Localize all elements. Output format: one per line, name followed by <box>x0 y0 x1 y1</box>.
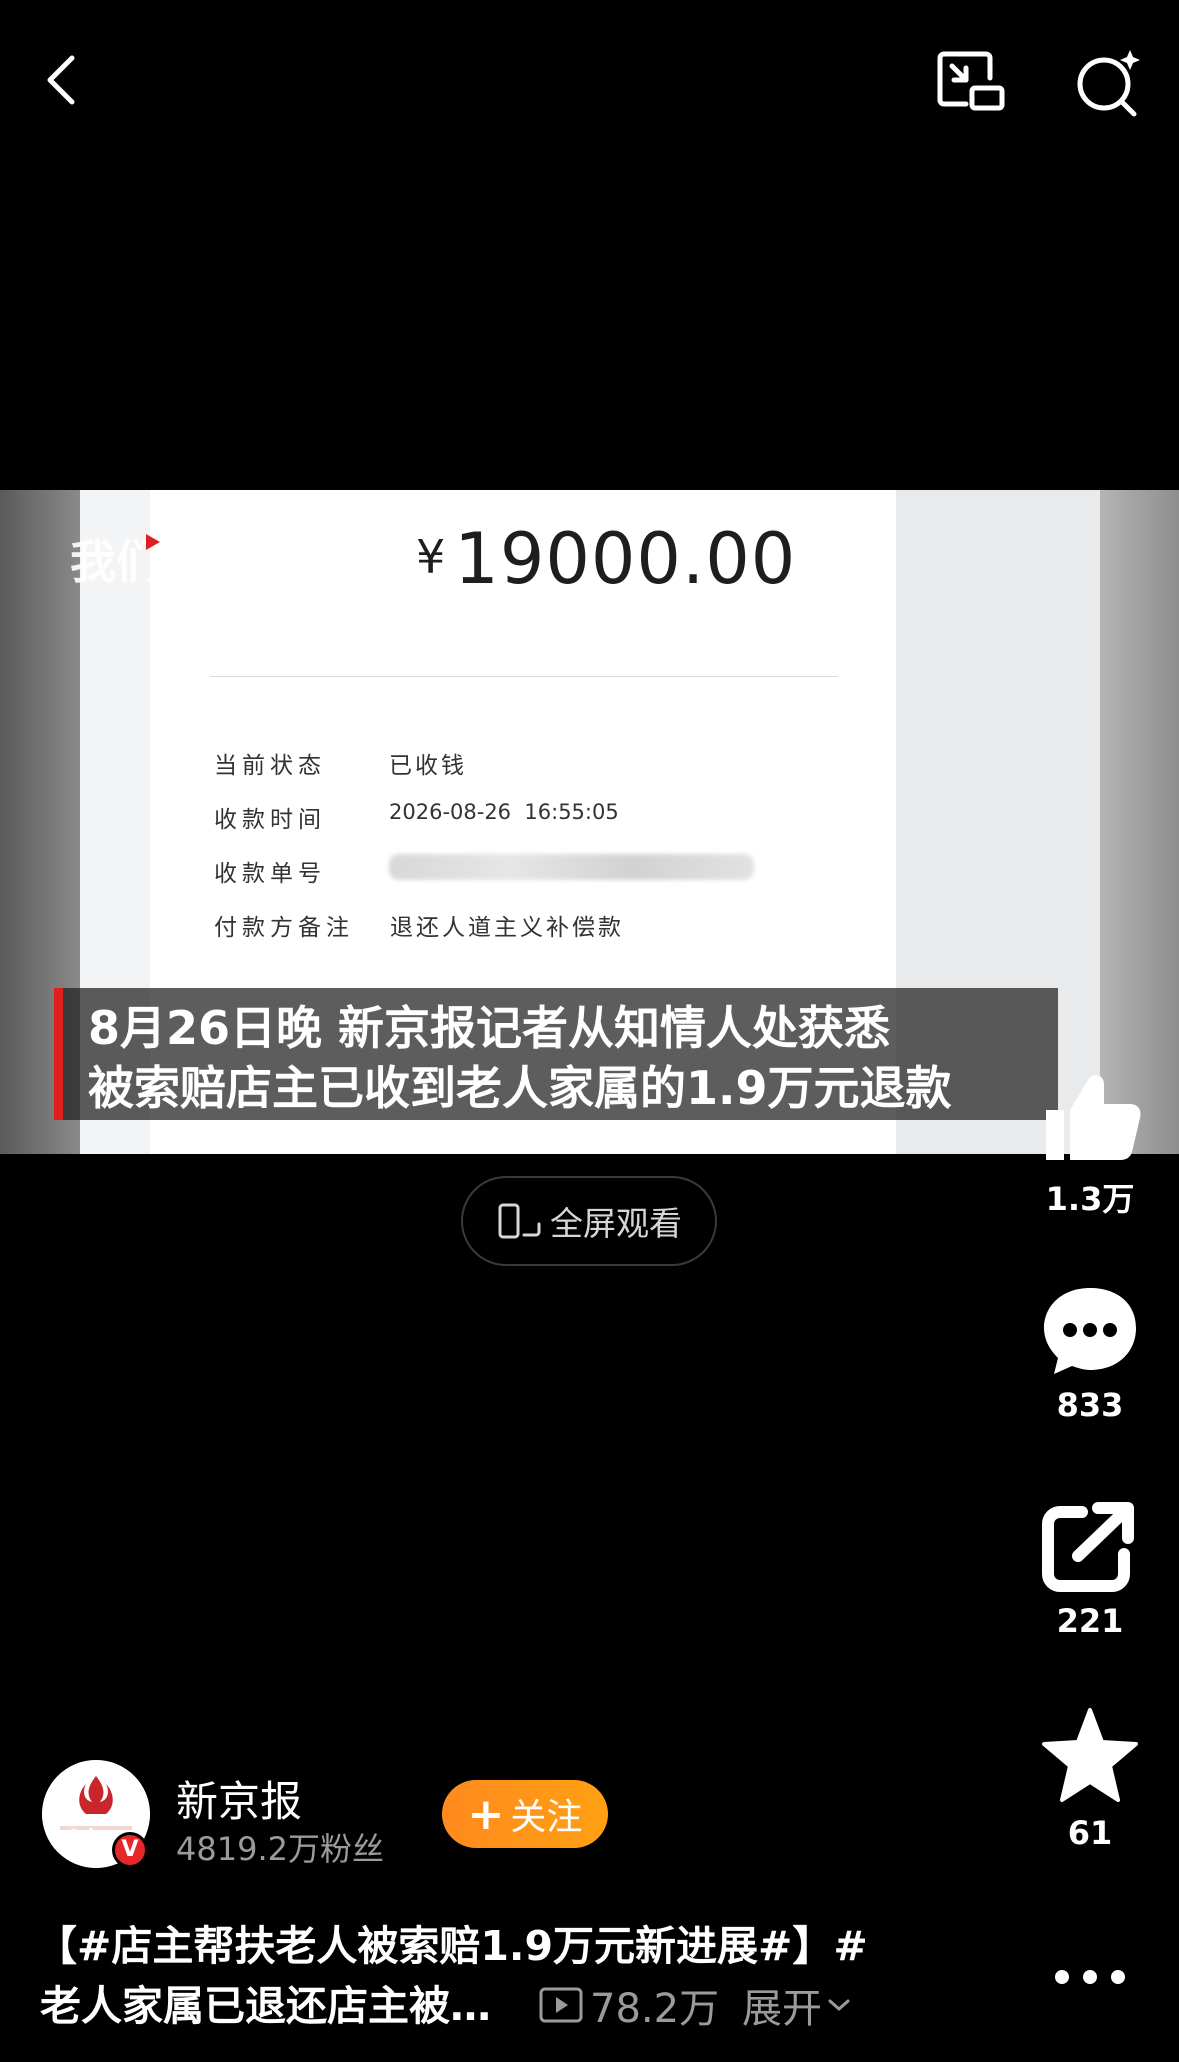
receipt-amount: ¥19000.00 <box>416 518 796 600</box>
row-value: 2026-08-26 16:55:05 <box>389 800 619 824</box>
picture-in-picture-button[interactable] <box>930 44 1010 124</box>
star-icon <box>1042 1708 1138 1802</box>
caption-line-2[interactable]: 老人家属已退还店主被… <box>40 1972 491 2032</box>
follow-label: 关注 <box>510 1797 583 1838</box>
caption-line-1[interactable]: 【#店主帮扶老人被索赔1.9万元新进展#】# <box>36 1912 868 1972</box>
row-label: 付款方备注 <box>214 915 354 941</box>
play-box-icon <box>539 1987 583 2023</box>
thumbs-up-icon <box>1046 1075 1141 1160</box>
fullscreen-label: 全屏观看 <box>550 1204 682 1243</box>
amount-value: 19000.00 <box>454 518 797 600</box>
view-count-value: 78.2万 <box>590 1986 720 2032</box>
more-options-button[interactable] <box>1040 1952 1140 2002</box>
chevron-down-icon <box>828 1999 850 2011</box>
row-label: 收款单号 <box>214 861 326 887</box>
expand-button[interactable]: 展开 <box>742 1976 854 2034</box>
row-value: 已收钱 <box>389 753 467 779</box>
share-arrow-icon <box>1042 1502 1134 1592</box>
comment-count: 833 <box>1056 1386 1124 1424</box>
receipt-row-order-no: 收款单号 <box>214 854 754 888</box>
like-button[interactable]: 1.3万 <box>1030 1066 1150 1220</box>
row-label: 收款时间 <box>214 807 326 833</box>
row-label: 当前状态 <box>214 753 326 779</box>
fullscreen-button[interactable]: 全屏观看 <box>461 1176 717 1266</box>
comment-button[interactable]: 833 <box>1030 1282 1150 1424</box>
favorite-count: 61 <box>1067 1814 1113 1852</box>
author-name[interactable]: 新京报 <box>176 1768 302 1829</box>
comment-bubble-icon <box>1044 1288 1136 1374</box>
verified-badge: V <box>112 1832 148 1868</box>
receipt-divider <box>210 676 838 677</box>
follower-count: 4819.2万粉丝 <box>176 1830 384 1868</box>
rotate-phone-icon <box>498 1203 541 1239</box>
subtitle-line-2: 被索赔店主已收到老人家属的1.9万元退款 <box>88 1061 952 1115</box>
expand-label: 展开 <box>742 1986 822 2032</box>
blurred-order-number <box>389 854 754 886</box>
follow-button[interactable]: + 关注 <box>442 1780 608 1848</box>
search-sparkle-icon <box>1077 50 1140 117</box>
like-count: 1.3万 <box>1045 1180 1135 1218</box>
view-count: 78.2万 <box>538 1976 719 2034</box>
favorite-button[interactable]: 61 <box>1030 1706 1150 1852</box>
receipt-row-remark: 付款方备注 退还人道主义补偿款 <box>214 908 621 942</box>
share-button[interactable]: 221 <box>1030 1498 1150 1640</box>
currency-symbol: ¥ <box>416 530 447 584</box>
search-button[interactable] <box>1068 44 1148 124</box>
more-dots-icon <box>1055 1970 1125 1984</box>
plus-icon: + <box>467 1788 505 1840</box>
receipt-row-time: 收款时间 2026-08-26 16:55:05 <box>214 800 619 834</box>
watermark-logo: 我们 <box>70 528 190 589</box>
video-subtitle: 8月26日晚 新京报记者从知情人处获悉 被索赔店主已收到老人家属的1.9万元退款 <box>54 988 1058 1120</box>
share-count: 221 <box>1056 1602 1124 1640</box>
subtitle-accent-bar <box>54 988 63 1120</box>
picture-in-picture-icon <box>937 51 1005 111</box>
row-value: 退还人道主义补偿款 <box>390 915 624 941</box>
receipt-row-status: 当前状态 已收钱 <box>214 746 464 780</box>
svg-text:新京: 新京 <box>50 1826 106 1859</box>
back-button[interactable] <box>38 50 108 120</box>
video-edge-right <box>1099 490 1179 1154</box>
subtitle-line-1: 8月26日晚 新京报记者从知情人处获悉 <box>88 1001 891 1055</box>
chevron-left-icon <box>47 55 75 105</box>
